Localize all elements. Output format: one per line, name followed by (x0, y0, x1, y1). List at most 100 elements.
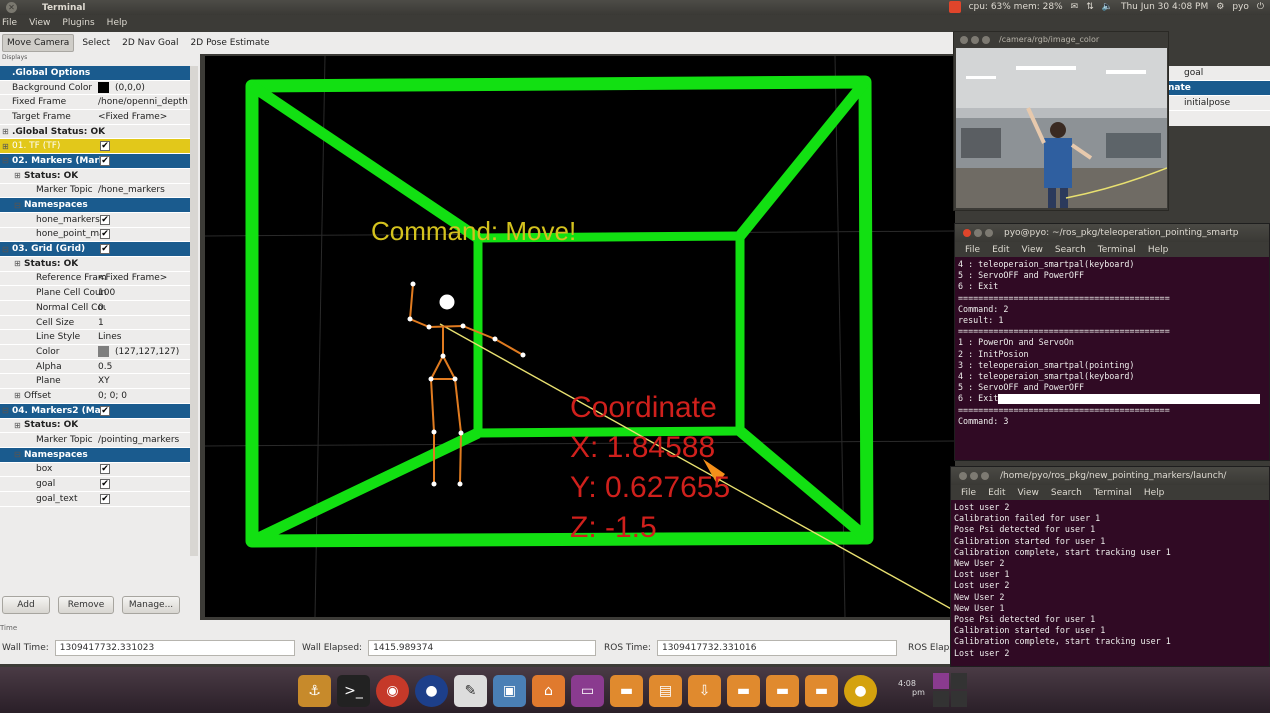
display-tree-row[interactable]: ⊞ Offset 0; 0; 0 (0, 389, 190, 404)
display-tree-row[interactable]: ⊟02. Markers (Markers)✔ (0, 154, 190, 169)
display-tree-row[interactable]: Normal Cell Count0 (0, 301, 190, 316)
display-tree-row[interactable]: Target Frame <Fixed Frame> (0, 110, 190, 125)
topic-item[interactable]: initialpose (1168, 96, 1270, 111)
display-tree-row[interactable]: goal ✔ (0, 477, 190, 492)
add-button[interactable]: Add (2, 596, 50, 614)
display-tree-value[interactable]: 1 (98, 318, 188, 328)
menu-view[interactable]: View (1022, 245, 1043, 255)
expand-icon[interactable]: ⊞ (2, 127, 10, 136)
maximize-icon[interactable] (985, 229, 993, 237)
menu-plugins[interactable]: Plugins (62, 18, 94, 28)
display-tree-value[interactable]: /hone/openni_depth (98, 97, 188, 107)
volume-icon[interactable]: 🔈 (1102, 2, 1113, 12)
minimize-icon[interactable] (971, 35, 979, 44)
display-tree-row[interactable]: ⊞ Status: OK (0, 257, 190, 272)
display-tree-value[interactable]: /pointing_markers (98, 435, 188, 445)
topic-item[interactable]: goal (1168, 66, 1270, 81)
expand-icon[interactable]: ⊞ (2, 142, 10, 151)
display-tree-row[interactable]: Plane Cell Count 100 (0, 286, 190, 301)
display-tree-row[interactable]: Background Color (0,0,0) (0, 81, 190, 96)
display-tree-row[interactable]: Color (127,127,127) (0, 345, 190, 360)
maximize-icon[interactable] (982, 35, 990, 44)
displays-scrollbar[interactable] (190, 66, 198, 556)
manage-button[interactable]: Manage... (122, 596, 180, 614)
collapse-icon[interactable]: ⊟ (2, 156, 10, 165)
display-tree-row[interactable]: Plane XY (0, 374, 190, 390)
display-tree-value[interactable]: XY (98, 376, 188, 386)
display-tree-row[interactable]: ⊟04. Markers2 (Markers)✔ (0, 403, 190, 419)
folder-icon[interactable]: ▬ (766, 675, 799, 707)
enable-checkbox[interactable]: ✔ (100, 229, 110, 240)
expand-icon[interactable]: ⊞ (14, 259, 22, 268)
mail-icon[interactable]: ✉ (1071, 2, 1079, 12)
terminal-titlebar[interactable]: /home/pyo/ros_pkg/new_pointing_markers/l… (951, 467, 1269, 485)
indicator-icon[interactable] (948, 1, 961, 13)
enable-checkbox[interactable]: ✔ (100, 244, 110, 255)
tool-2d-nav-goal[interactable]: 2D Nav Goal (118, 35, 182, 51)
camera-window-titlebar[interactable]: /camera/rgb/image_color (954, 32, 1168, 47)
display-tree-row[interactable]: .Global Options (0, 66, 190, 81)
close-icon[interactable] (960, 35, 968, 44)
display-tree-row[interactable]: ⊞ Status: OK (0, 169, 190, 184)
collapse-icon[interactable]: ⊟ (2, 406, 10, 415)
sun-icon[interactable]: ● (844, 675, 877, 707)
menu-file[interactable]: File (965, 245, 980, 255)
display-tree-row[interactable]: ⊞ .Global Status: OK (0, 125, 190, 140)
display-tree-value[interactable]: Lines (98, 332, 188, 342)
render-view[interactable]: Command: Move! Coordinate X: 1.84588 Y: … (205, 56, 955, 617)
display-tree-row[interactable]: hone_markers ✔ (0, 213, 190, 228)
text-editor-icon[interactable]: ✎ (454, 675, 487, 707)
terminal-output[interactable]: Lost user 2 Calibration failed for user 1… (951, 500, 1269, 661)
display-tree-row[interactable]: ⊟ 03. Grid (Grid) ✔ (0, 242, 190, 257)
monitor-icon[interactable]: ▭ (571, 675, 604, 707)
close-icon[interactable] (963, 229, 971, 237)
remove-button[interactable]: Remove (58, 596, 114, 614)
collapse-icon[interactable]: ⊟ (2, 245, 10, 254)
enable-checkbox[interactable]: ✔ (100, 141, 110, 152)
display-tree-value[interactable]: (0,0,0) (98, 82, 188, 94)
menu-terminal[interactable]: Terminal (1094, 488, 1132, 498)
display-tree-row[interactable]: Fixed Frame/hone/openni_depth (0, 95, 190, 111)
menu-edit[interactable]: Edit (992, 245, 1009, 255)
display-tree-row[interactable]: ⊟ Namespaces (0, 198, 190, 213)
chrome-icon[interactable]: ◉ (376, 675, 409, 707)
close-icon[interactable]: ✕ (6, 2, 17, 13)
display-tree-value[interactable]: 0.5 (98, 362, 188, 372)
datetime[interactable]: Thu Jun 30 4:08 PM (1121, 2, 1208, 12)
display-tree-row[interactable]: Marker Topic/pointing_markers (0, 433, 190, 448)
globe-icon[interactable]: ● (415, 675, 448, 707)
menu-file[interactable]: File (961, 488, 976, 498)
terminal-icon[interactable]: >_ (337, 675, 370, 707)
enable-checkbox[interactable]: ✔ (100, 155, 110, 166)
display-tree-row[interactable]: ⊟ Namespaces (0, 447, 190, 463)
menu-help[interactable]: Help (1144, 488, 1165, 498)
display-tree-row[interactable]: Alpha 0.5 (0, 360, 190, 375)
documents-folder-icon[interactable]: ▤ (649, 675, 682, 707)
menu-search[interactable]: Search (1051, 488, 1082, 498)
home-folder-icon[interactable]: ⌂ (532, 675, 565, 707)
topic-item[interactable]: nate (1168, 81, 1270, 96)
expand-icon[interactable]: ⊞ (14, 421, 22, 430)
expand-icon[interactable]: ⊞ (14, 171, 22, 180)
tool-2d-pose-estimate[interactable]: 2D Pose Estimate (187, 35, 274, 51)
display-tree-value[interactable]: <Fixed Frame> (98, 112, 188, 122)
minimize-icon[interactable] (970, 472, 978, 480)
menu-view[interactable]: View (29, 18, 50, 28)
menu-help[interactable]: Help (107, 18, 128, 28)
enable-checkbox[interactable]: ✔ (100, 214, 110, 225)
collapse-icon[interactable]: ⊟ (14, 201, 22, 210)
menu-view[interactable]: View (1018, 488, 1039, 498)
network-icon[interactable]: ⇅ (1086, 2, 1094, 12)
display-tree-value[interactable]: <Fixed Frame> (98, 273, 188, 283)
folder-icon[interactable]: ▬ (610, 675, 643, 707)
enable-checkbox[interactable]: ✔ (100, 493, 110, 504)
menu-search[interactable]: Search (1055, 245, 1086, 255)
display-tree-row[interactable]: box ✔ (0, 463, 190, 478)
anchor-icon[interactable]: ⚓ (298, 675, 331, 707)
power-icon[interactable]: ⏻ (1257, 2, 1264, 12)
enable-checkbox[interactable]: ✔ (100, 479, 110, 490)
expand-icon[interactable]: ⊞ (14, 391, 22, 400)
minimize-icon[interactable] (974, 229, 982, 237)
menu-edit[interactable]: Edit (988, 488, 1005, 498)
terminal-titlebar[interactable]: pyo@pyo: ~/ros_pkg/teleoperation_pointin… (955, 224, 1269, 242)
